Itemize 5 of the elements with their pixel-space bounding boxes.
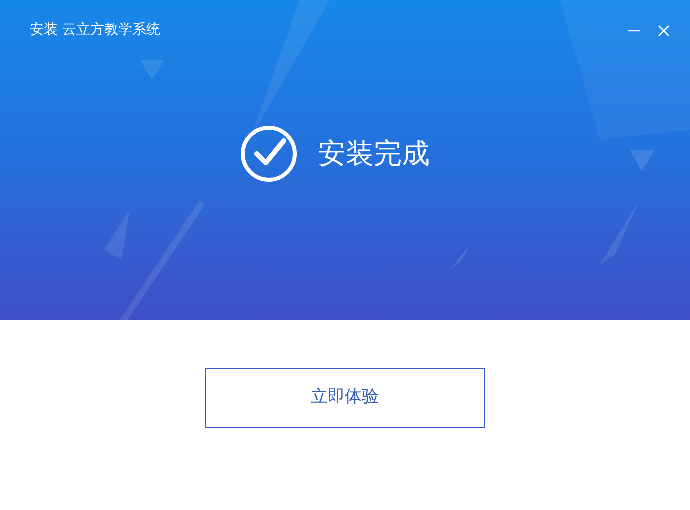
check-circle-icon (240, 125, 298, 183)
status-heading: 安装完成 (318, 136, 430, 172)
window-title: 安装 云立方教学系统 (30, 21, 160, 40)
close-icon[interactable] (658, 24, 670, 36)
start-button[interactable]: 立即体验 (205, 368, 485, 428)
